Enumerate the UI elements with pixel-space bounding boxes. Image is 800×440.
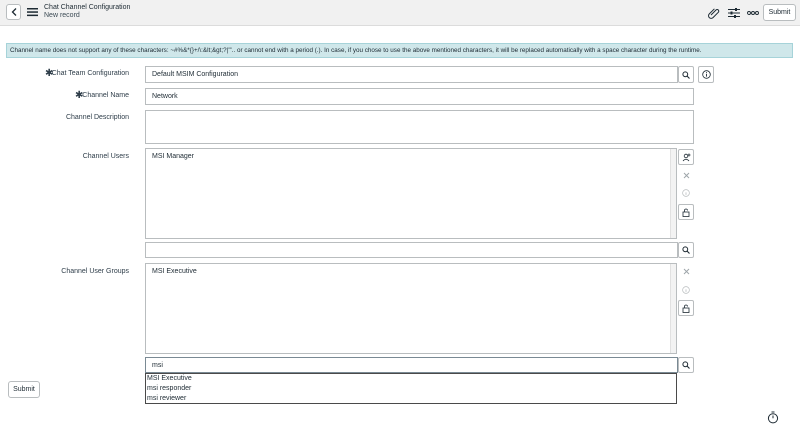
page-subtitle: New record xyxy=(44,12,80,19)
more-options-icon xyxy=(746,10,759,15)
scrollbar[interactable] xyxy=(670,149,676,238)
channel-user-groups-label: Channel User Groups xyxy=(61,268,129,275)
channel-user-groups-search-input[interactable]: msi xyxy=(145,357,678,373)
scrollbar[interactable] xyxy=(670,264,676,353)
info-button[interactable] xyxy=(678,282,694,298)
unlock-button[interactable] xyxy=(678,300,694,316)
dropdown-option[interactable]: MSI Executive xyxy=(146,374,676,384)
more-options-button[interactable] xyxy=(746,6,759,19)
search-icon xyxy=(682,361,690,369)
channel-description-field[interactable] xyxy=(145,110,694,144)
header-titles: Chat Channel Configuration New record xyxy=(44,4,130,20)
channel-user-groups-lookup-button[interactable] xyxy=(678,357,694,373)
unlock-icon xyxy=(682,208,690,217)
close-icon xyxy=(683,172,689,178)
channel-user-groups-list[interactable]: MSI Executive xyxy=(145,263,677,354)
info-banner: Channel name does not support any of the… xyxy=(6,43,793,58)
dropdown-option[interactable]: msi responder xyxy=(146,384,676,394)
info-icon xyxy=(701,70,711,79)
chat-team-configuration-label: Chat Team Configuration xyxy=(51,70,129,77)
chat-team-configuration-field[interactable]: Default MSIM Configuration xyxy=(145,66,678,83)
page-title: Chat Channel Configuration xyxy=(44,4,131,11)
info-button[interactable] xyxy=(678,185,694,201)
channel-users-list[interactable]: MSI Manager xyxy=(145,148,677,239)
channel-users-lookup-button[interactable] xyxy=(678,242,694,258)
list-item[interactable]: MSI Manager xyxy=(152,153,670,160)
add-me-button[interactable] xyxy=(678,149,694,165)
search-icon xyxy=(682,246,690,254)
info-icon xyxy=(682,189,690,197)
header-submit-button[interactable]: Submit xyxy=(763,4,796,21)
settings-sliders-icon xyxy=(727,7,740,18)
close-icon xyxy=(683,268,689,274)
channel-description-label: Channel Description xyxy=(65,114,129,121)
back-icon xyxy=(11,8,16,16)
info-icon xyxy=(682,286,690,294)
list-item[interactable]: MSI Executive xyxy=(152,268,670,275)
attachment-button[interactable] xyxy=(707,6,720,19)
autocomplete-dropdown: MSI Executive msi responder msi reviewer xyxy=(145,373,677,404)
timer-icon[interactable] xyxy=(767,411,779,424)
channel-name-label: Channel Name xyxy=(82,92,129,99)
menu-icon[interactable] xyxy=(27,7,38,17)
search-icon xyxy=(682,70,690,79)
unlock-button[interactable] xyxy=(678,204,694,220)
remove-button[interactable] xyxy=(678,167,694,183)
channel-users-label: Channel Users xyxy=(82,153,129,160)
reference-info-button[interactable] xyxy=(698,66,714,83)
channel-name-field[interactable]: Network xyxy=(145,88,694,105)
back-button[interactable] xyxy=(6,4,21,20)
lookup-button[interactable] xyxy=(678,66,694,83)
channel-users-search-input[interactable] xyxy=(145,242,678,258)
personalize-form-button[interactable] xyxy=(727,6,740,19)
dropdown-option[interactable]: msi reviewer xyxy=(146,394,676,404)
paperclip-icon xyxy=(707,7,719,19)
unlock-icon xyxy=(682,304,690,313)
add-user-icon xyxy=(682,153,690,161)
submit-button[interactable]: Submit xyxy=(8,381,40,398)
remove-button[interactable] xyxy=(678,263,694,279)
form-header: Chat Channel Configuration New record Su… xyxy=(0,0,800,26)
